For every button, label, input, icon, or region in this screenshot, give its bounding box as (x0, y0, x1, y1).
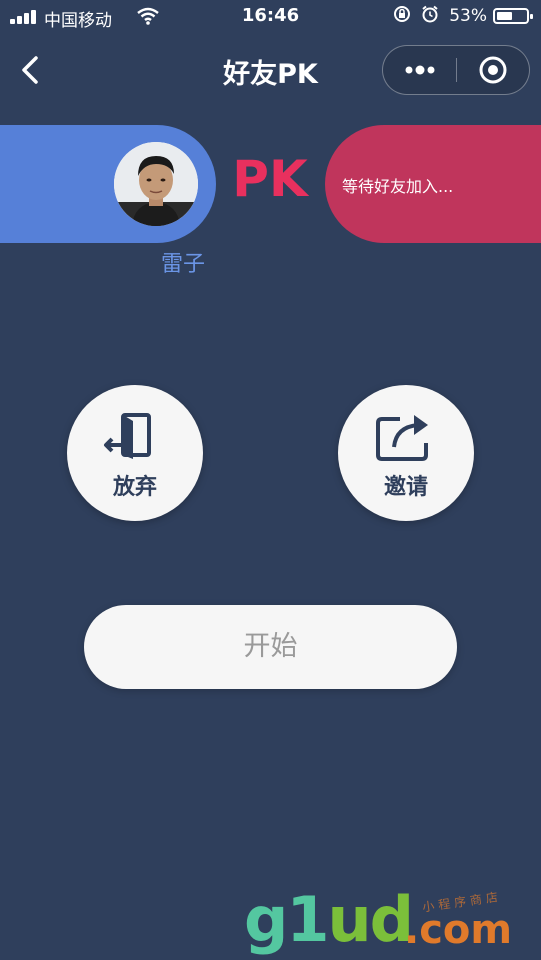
user-avatar-photo (114, 142, 198, 226)
share-icon (376, 415, 428, 461)
waiting-text: 等待好友加入... (342, 177, 454, 196)
start-button[interactable]: 开始 (84, 605, 457, 689)
exit-door-icon (104, 413, 151, 459)
avatar (114, 142, 198, 226)
invite-button[interactable]: 邀请 (338, 385, 474, 521)
more-button[interactable] (383, 46, 457, 94)
watermark-logo: g1ud (244, 883, 414, 956)
give-up-label: 放弃 (112, 475, 157, 500)
alarm-icon (421, 5, 439, 27)
battery-icon (493, 8, 533, 24)
target-circle-icon (479, 56, 507, 84)
watermark-domain: .com (404, 907, 513, 953)
status-bar: 中国移动 16:46 53% (0, 0, 541, 34)
mini-program-capsule (382, 45, 530, 95)
invite-label: 邀请 (383, 475, 428, 500)
rotation-lock-icon (393, 5, 411, 27)
more-dots-icon (405, 65, 435, 75)
pk-label: PK (232, 150, 308, 208)
battery-percent: 53% (449, 6, 487, 26)
site-watermark: g1ud .com 小程序商店 (244, 885, 534, 955)
opponent-banner: 等待好友加入... (325, 125, 541, 243)
player-name: 雷子 (160, 252, 205, 277)
close-mini-program-button[interactable] (457, 46, 530, 94)
give-up-button[interactable]: 放弃 (67, 385, 203, 521)
navigation-bar: 好友PK (0, 40, 541, 100)
